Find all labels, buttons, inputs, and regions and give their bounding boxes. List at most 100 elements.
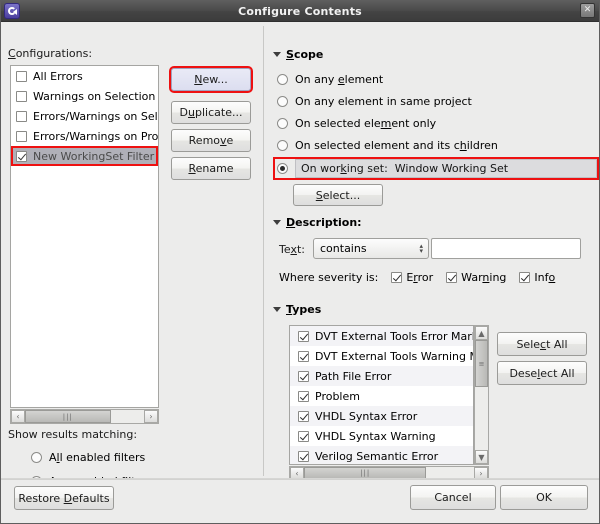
list-item-label: DVT External Tools Error Mark (315, 329, 474, 343)
list-item[interactable]: Verilog Semantic Error (290, 446, 473, 464)
checkbox-error[interactable]: Error (391, 271, 433, 284)
chevron-down-icon[interactable] (273, 220, 281, 225)
checkbox-icon[interactable] (16, 90, 27, 102)
list-item[interactable]: Problem (290, 386, 473, 406)
checkbox-icon[interactable] (298, 370, 309, 382)
list-item-label: Errors/Warnings on Proj (33, 129, 159, 143)
chevron-down-icon[interactable] (273, 52, 281, 57)
radio-icon[interactable] (277, 118, 288, 129)
new-button-label: New... (194, 73, 228, 86)
scroll-thumb[interactable]: ||| (25, 410, 111, 423)
scroll-right-icon[interactable]: › (144, 410, 158, 423)
checkbox-icon[interactable] (16, 110, 27, 122)
configure-contents-dialog: Configure Contents ✕ Configurations: All… (0, 0, 600, 524)
rename-button-label: Rename (188, 162, 234, 175)
chevron-updown-icon[interactable]: ▴ ▾ (419, 242, 423, 254)
checkbox-icon[interactable] (298, 330, 309, 342)
severity-row: Where severity is: Error Warning Info (279, 271, 555, 284)
checkbox-icon[interactable] (16, 70, 27, 82)
radio-on-any-element[interactable]: On any element (277, 71, 383, 88)
checkbox-icon[interactable] (298, 410, 309, 422)
cancel-button[interactable]: Cancel (410, 485, 496, 510)
list-item[interactable]: Warnings on Selection (11, 86, 158, 106)
left-pane: Configurations: All Errors Warnings on S… (1, 22, 262, 488)
radio-icon[interactable] (277, 96, 288, 107)
list-item[interactable]: VHDL Syntax Error (290, 406, 473, 426)
list-item[interactable]: Path File Error (290, 366, 473, 386)
list-item-label: New WorkingSet Filter (33, 149, 155, 163)
radio-on-selected-element-only[interactable]: On selected element only (277, 115, 436, 132)
checkbox-icon[interactable] (391, 272, 403, 283)
radio-on-any-element-same-project[interactable]: On any element in same project (277, 93, 472, 110)
scroll-track[interactable]: ≡ (475, 340, 488, 450)
list-item[interactable]: VHDL Syntax Warning (290, 426, 473, 446)
radio-icon[interactable] (31, 452, 42, 463)
ok-button[interactable]: OK (500, 485, 588, 510)
chevron-down-icon[interactable] (273, 307, 281, 312)
checkbox-icon[interactable] (16, 130, 27, 142)
checkbox-icon[interactable] (446, 272, 458, 283)
checkbox-error-label: Error (406, 271, 434, 284)
checkbox-icon[interactable] (298, 430, 309, 442)
select-all-button[interactable]: Select All (497, 332, 587, 356)
list-item[interactable]: DVT External Tools Error Mark (290, 326, 473, 346)
checkbox-icon[interactable] (298, 350, 309, 362)
list-item-label: Verilog Semantic Error (315, 449, 439, 463)
radio-on-working-set[interactable]: On wor k ing set: Window Working Set (273, 157, 599, 180)
scope-section-header[interactable]: Scope (273, 48, 323, 61)
scroll-thumb[interactable]: ≡ (475, 340, 488, 388)
radio-label: On any element (295, 73, 384, 86)
list-item[interactable]: Errors/Warnings on Proj (11, 126, 158, 146)
rename-button[interactable]: Rename (171, 157, 251, 180)
configurations-label: Configurations: (8, 47, 93, 60)
radio-icon[interactable] (277, 74, 288, 85)
scroll-left-icon[interactable]: ‹ (11, 410, 25, 423)
list-item-label: DVT External Tools Warning M (315, 349, 474, 363)
radio-all-enabled-filters[interactable]: All enabled filters (31, 449, 145, 466)
list-item-label: Errors/Warnings on Sele (33, 109, 159, 123)
title-bar: Configure Contents ✕ (1, 1, 599, 22)
working-set-value[interactable]: On wor k ing set: Window Working Set (295, 159, 597, 178)
checkbox-icon[interactable] (298, 450, 309, 462)
window-title: Configure Contents (238, 4, 362, 18)
checkbox-icon[interactable] (519, 272, 531, 283)
checkbox-icon[interactable] (298, 390, 309, 402)
checkbox-icon[interactable] (16, 150, 27, 162)
types-section-header[interactable]: Types (273, 303, 321, 316)
scope-section-title: Scope (286, 48, 324, 61)
list-item[interactable]: Errors/Warnings on Sele (11, 106, 158, 126)
remove-button[interactable]: Remove (171, 129, 251, 152)
description-section-header[interactable]: Description: (273, 216, 362, 229)
scroll-up-icon[interactable]: ▲ (475, 326, 488, 340)
duplicate-button-label: Duplicate... (179, 106, 243, 119)
configurations-horizontal-scrollbar[interactable]: ‹ ||| › (10, 409, 159, 424)
restore-defaults-button[interactable]: Restore Defaults (14, 486, 114, 510)
checkbox-info[interactable]: Info (519, 271, 555, 284)
select-all-label: Select All (516, 337, 568, 351)
radio-icon[interactable] (277, 140, 288, 151)
scroll-track[interactable]: ||| (25, 410, 144, 423)
types-section-title: Types (286, 303, 322, 316)
list-item-selected[interactable]: New WorkingSet Filter (11, 146, 158, 166)
radio-label: On selected element and its children (295, 139, 498, 152)
new-button[interactable]: New... (169, 66, 253, 93)
list-item[interactable]: All Errors (11, 66, 158, 86)
deselect-all-button[interactable]: Deselect All (497, 361, 587, 385)
description-text-input[interactable] (431, 238, 581, 259)
checkbox-warning[interactable]: Warning (446, 271, 506, 284)
description-section-title: Description: (286, 216, 362, 229)
select-working-set-button[interactable]: Select... (293, 184, 383, 206)
remove-button-label: Remove (188, 134, 234, 147)
configurations-list[interactable]: All Errors Warnings on Selection Errors/… (10, 65, 159, 408)
duplicate-button[interactable]: Duplicate... (171, 101, 251, 124)
configurations-label-text: onfigurations: (15, 47, 93, 60)
scroll-down-icon[interactable]: ▼ (475, 450, 488, 464)
types-list[interactable]: DVT External Tools Error Mark DVT Extern… (289, 325, 474, 465)
list-item[interactable]: DVT External Tools Warning M (290, 346, 473, 366)
close-icon[interactable]: ✕ (580, 3, 595, 18)
dialog-body: Configurations: All Errors Warnings on S… (1, 22, 599, 488)
types-vertical-scrollbar[interactable]: ▲ ≡ ▼ (474, 325, 489, 465)
radio-on-selected-element-and-children[interactable]: On selected element and its children (277, 137, 498, 154)
radio-icon[interactable] (277, 163, 288, 174)
text-operator-select[interactable]: contains ▴ ▾ (313, 238, 429, 259)
